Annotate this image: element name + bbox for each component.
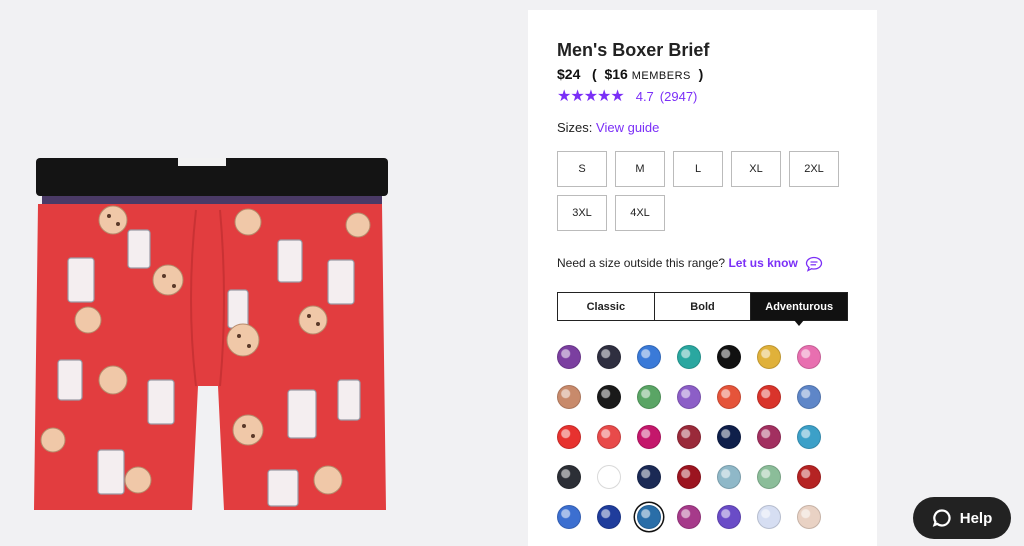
price-paren-close: ) [698,66,704,82]
pattern-swatch[interactable] [757,345,781,369]
help-label: Help [959,509,993,527]
pattern-swatch[interactable] [717,385,741,409]
pattern-swatch[interactable] [677,425,701,449]
size-button-xl[interactable]: XL [731,151,781,187]
pattern-swatch[interactable] [637,345,661,369]
sizes-label-row: Sizes: View guide [557,120,659,135]
pattern-swatch[interactable] [717,425,741,449]
let-us-know-link[interactable]: Let us know [728,256,797,270]
size-help-row: Need a size outside this range? Let us k… [557,256,823,272]
pattern-swatch[interactable] [637,425,661,449]
member-price: $16 [604,66,628,82]
pattern-swatch[interactable] [557,425,581,449]
rating-value: 4.7 [635,88,654,104]
size-help-text: Need a size outside this range? [557,256,726,271]
pattern-swatch[interactable] [797,345,821,369]
pattern-swatch[interactable] [597,345,621,369]
pattern-swatch[interactable] [597,505,621,529]
pattern-swatch[interactable] [757,465,781,489]
pattern-swatch[interactable] [557,465,581,489]
pattern-swatch[interactable] [797,505,821,529]
tab-bold[interactable]: Bold [655,293,752,320]
size-button-m[interactable]: M [615,151,665,187]
pattern-swatch[interactable] [757,385,781,409]
review-count-link[interactable]: (2947) [660,89,698,104]
view-guide-link[interactable]: View guide [596,120,659,135]
help-button[interactable]: Help [913,497,1011,539]
pattern-swatch[interactable] [677,505,701,529]
sizes-label: Sizes: [557,120,593,135]
members-label: MEMBERS [631,70,691,82]
pattern-swatch[interactable] [797,425,821,449]
pattern-swatch[interactable] [797,465,821,489]
pattern-swatch[interactable] [757,425,781,449]
size-button-3xl[interactable]: 3XL [557,195,607,231]
pattern-swatch[interactable] [597,465,621,489]
rating-row[interactable]: ★★★★★ 4.7 (2947) [557,86,697,106]
pattern-swatch[interactable] [597,385,621,409]
chat-bubble-icon[interactable] [805,256,823,272]
price: $24 [557,66,581,82]
price-line: $24 ( $16 MEMBERS ) [557,66,703,82]
pattern-swatch[interactable] [637,465,661,489]
pattern-swatch[interactable] [557,505,581,529]
size-button-2xl[interactable]: 2XL [789,151,839,187]
size-button-l[interactable]: L [673,151,723,187]
tab-adventurous[interactable]: Adventurous [751,293,848,326]
pattern-swatch[interactable] [717,465,741,489]
pattern-swatch[interactable] [677,385,701,409]
pattern-swatch[interactable] [677,465,701,489]
price-paren-open: ( [592,66,597,82]
pattern-swatch[interactable] [797,385,821,409]
pattern-swatch[interactable] [717,505,741,529]
tab-classic[interactable]: Classic [558,293,655,320]
product-image-area [0,0,528,546]
pattern-swatch[interactable] [557,385,581,409]
product-title: Men's Boxer Brief [557,40,710,60]
star-rating-icon: ★★★★★ [557,88,625,105]
product-image [34,158,388,510]
size-button-4xl[interactable]: 4XL [615,195,665,231]
pattern-swatch[interactable] [717,345,741,369]
product-details-panel: Men's Boxer Brief $24 ( $16 MEMBERS ) ★★… [528,10,877,546]
style-tabs: Classic Bold Adventurous [557,292,848,326]
pattern-swatch[interactable] [637,505,661,529]
size-button-s[interactable]: S [557,151,607,187]
pattern-swatch[interactable] [557,345,581,369]
chat-icon [932,509,951,527]
pattern-swatch[interactable] [637,385,661,409]
pattern-swatch[interactable] [677,345,701,369]
pattern-swatch[interactable] [757,505,781,529]
pattern-swatch[interactable] [597,425,621,449]
